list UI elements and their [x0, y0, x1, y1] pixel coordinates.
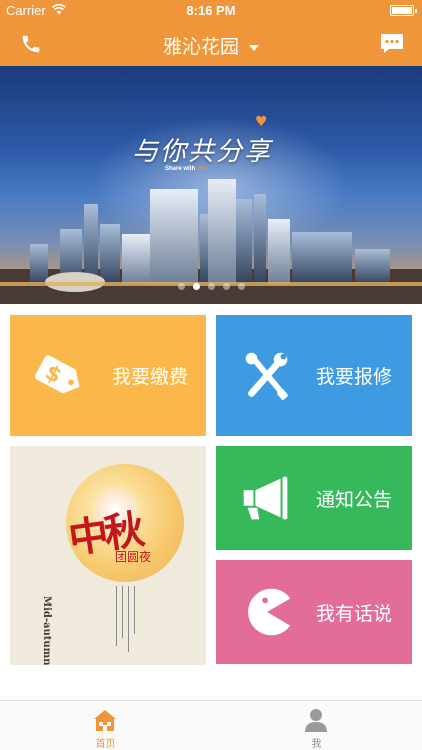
banner-slogan: 与你共分享 [132, 137, 273, 167]
status-time: 8:16 PM [186, 3, 236, 18]
poster-verse-lines [114, 586, 136, 656]
pacman-icon [248, 588, 291, 636]
banner-subtitle: Share with You [165, 166, 208, 172]
feedback-label: 我有话说 [315, 602, 392, 625]
mid-autumn-poster[interactable]: 中秋 团圆夜 Mid-autumn Festival [10, 446, 206, 665]
pager-dot-active[interactable] [192, 283, 200, 290]
repair-request-label: 我要报修 [315, 366, 392, 388]
repair-request-tile[interactable]: 我要报修 [216, 315, 412, 436]
tab-home[interactable]: 首页 [0, 701, 211, 750]
user-icon [305, 709, 327, 732]
poster-english: Mid-autumn Festival [41, 596, 52, 665]
tab-home-label: 首页 [95, 739, 116, 750]
chevron-down-icon [249, 44, 259, 51]
banner-carousel[interactable]: ♥ 与你共分享 Share with You [0, 66, 422, 304]
tools-icon [245, 352, 288, 400]
app-header: Carrier 8:16 PM 雅沁花园 [0, 0, 422, 66]
poster-subline: 团圆夜 [115, 550, 152, 564]
feedback-tile[interactable]: 我有话说 [216, 560, 412, 664]
pager-dot[interactable] [237, 283, 245, 290]
notice-board-tile[interactable]: 通知公告 [216, 446, 412, 550]
tab-me-label: 我 [311, 739, 322, 750]
community-name: 雅沁花园 [162, 36, 239, 58]
notice-board-label: 通知公告 [315, 488, 392, 511]
heart-icon: ♥ [255, 114, 268, 130]
battery-icon [390, 5, 417, 16]
carousel-pager[interactable] [0, 275, 422, 294]
home-icon [94, 710, 116, 731]
pay-fees-label: 我要缴费 [111, 366, 188, 388]
chat-icon[interactable] [380, 33, 404, 55]
status-bar: Carrier 8:16 PM [0, 0, 422, 22]
tab-me[interactable]: 我 [211, 701, 422, 750]
tab-bar: 首页 我 [0, 700, 422, 750]
pager-dot[interactable] [177, 283, 185, 290]
nav-bar: 雅沁花园 [0, 22, 422, 66]
pager-dot[interactable] [222, 283, 230, 290]
pager-dot[interactable] [207, 283, 215, 290]
megaphone-icon [243, 476, 288, 520]
community-selector[interactable]: 雅沁花园 [0, 32, 422, 59]
price-tag-icon: $ [34, 354, 80, 393]
pay-fees-tile[interactable]: $ 我要缴费 [10, 315, 206, 436]
